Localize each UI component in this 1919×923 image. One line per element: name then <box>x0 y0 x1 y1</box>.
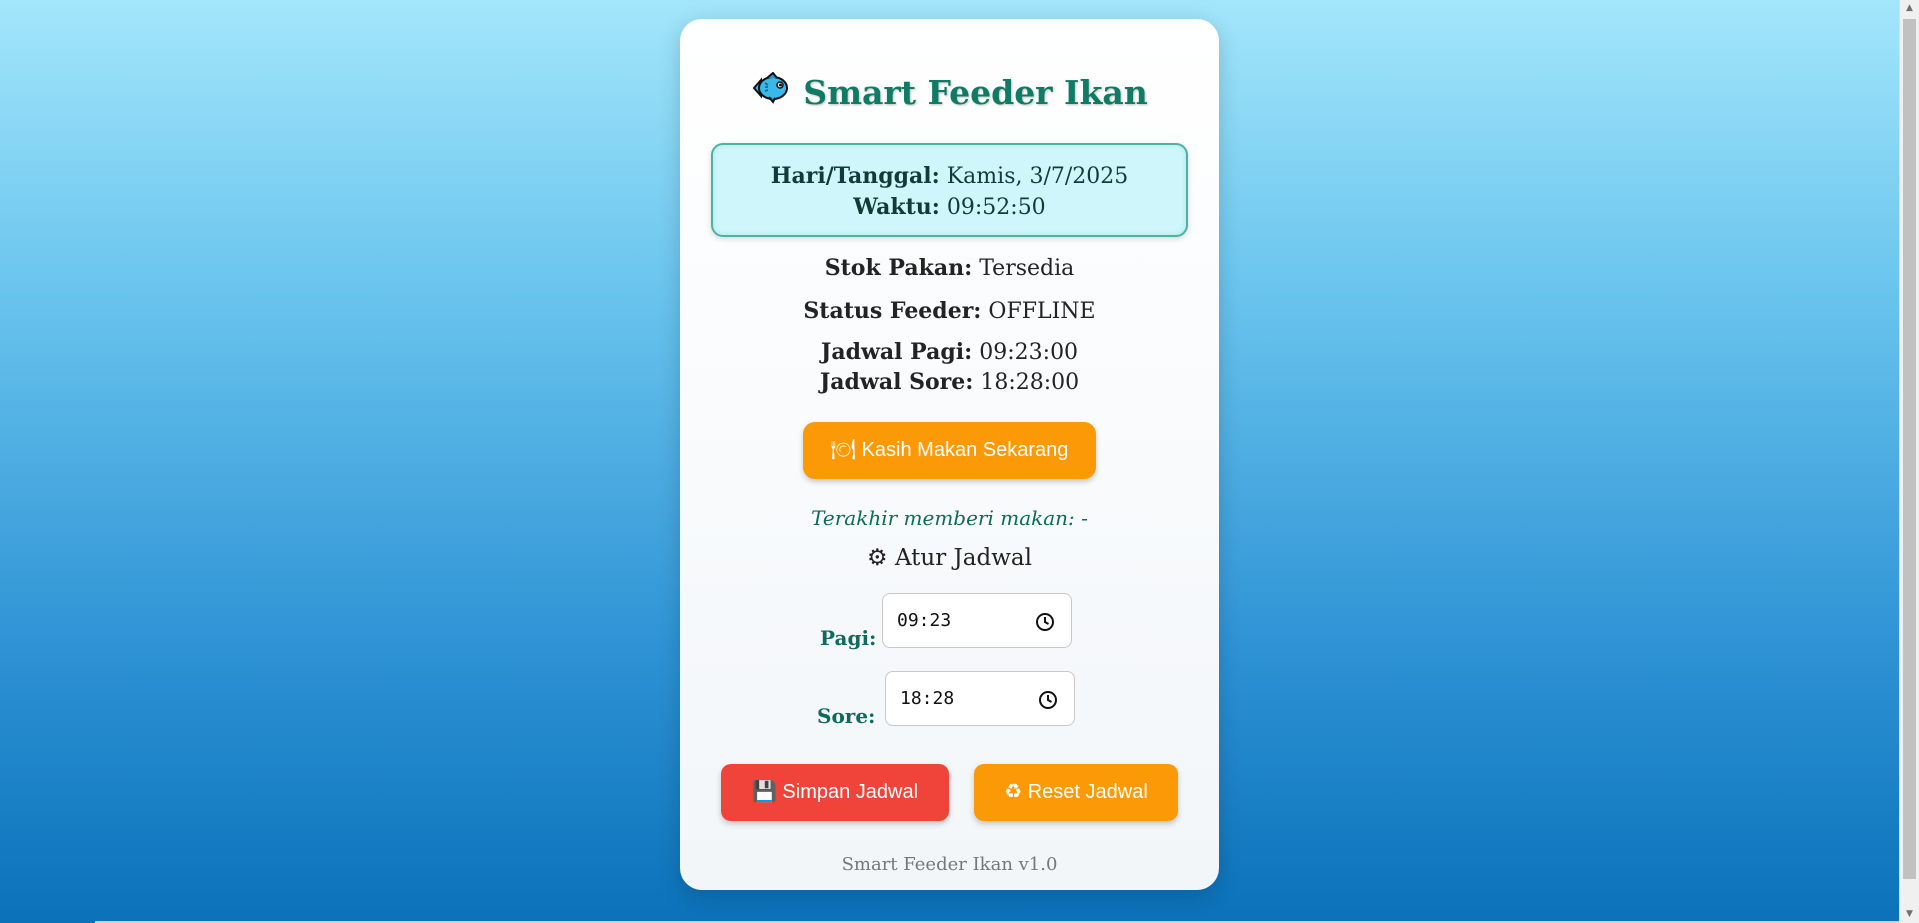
schedule-heading-text: Atur Jadwal <box>894 545 1032 571</box>
reset-schedule-button[interactable]: ♻ Reset Jadwal <box>974 764 1178 821</box>
feeder-status-value: OFFLINE <box>988 299 1096 324</box>
scroll-up-arrow-icon[interactable]: ▲ <box>1900 0 1919 17</box>
morning-schedule-value: 09:23:00 <box>979 340 1079 365</box>
datetime-box: Hari/Tanggal: Kamis, 3/7/2025 Waktu: 09:… <box>711 143 1188 237</box>
feed-now-label: Kasih Makan Sekarang <box>861 439 1069 461</box>
stock-status: Stok Pakan: Tersedia <box>680 255 1219 281</box>
feeder-card: Smart Feeder Ikan Hari/Tanggal: Kamis, 3… <box>680 19 1219 890</box>
gear-icon: ⚙ <box>867 545 888 571</box>
save-schedule-button[interactable]: 💾 Simpan Jadwal <box>721 764 949 821</box>
date-label: Hari/Tanggal: <box>770 163 940 189</box>
stock-label: Stok Pakan: <box>824 255 973 281</box>
feeder-status-label: Status Feeder: <box>803 298 982 324</box>
reset-schedule-label: Reset Jadwal <box>1027 781 1148 803</box>
evening-schedule-status: Jadwal Sore: 18:28:00 <box>680 369 1219 395</box>
date-value: Kamis, 3/7/2025 <box>946 164 1129 189</box>
morning-time-value: 09:23 <box>897 610 952 631</box>
date-line: Hari/Tanggal: Kamis, 3/7/2025 <box>713 161 1186 192</box>
scroll-down-arrow-icon[interactable]: ▼ <box>1900 906 1919 923</box>
app-title-text: Smart Feeder Ikan <box>803 73 1148 112</box>
last-fed-text: Terakhir memberi makan: - <box>811 506 1088 530</box>
evening-time-input[interactable]: 18:28 <box>885 671 1075 726</box>
floppy-disk-icon: 💾 <box>751 781 777 803</box>
save-schedule-label: Simpan Jadwal <box>782 781 919 803</box>
evening-schedule-label: Jadwal Sore: <box>819 369 974 395</box>
fish-icon <box>751 71 789 112</box>
plate-icon: 🍽 <box>830 439 857 461</box>
clock-icon[interactable] <box>1035 612 1055 636</box>
time-label: Waktu: <box>853 194 940 220</box>
morning-time-label: Pagi: <box>820 626 877 650</box>
footer-version: Smart Feeder Ikan v1.0 <box>841 854 1058 875</box>
schedule-heading: ⚙ Atur Jadwal <box>680 545 1219 571</box>
recycle-icon: ♻ <box>1004 781 1023 803</box>
feed-now-button[interactable]: 🍽 Kasih Makan Sekarang <box>803 422 1096 479</box>
time-value: 09:52:50 <box>946 195 1046 220</box>
evening-schedule-value: 18:28:00 <box>980 370 1080 395</box>
page-title: Smart Feeder Ikan <box>680 71 1219 115</box>
scrollbar-thumb[interactable] <box>1903 19 1916 879</box>
evening-time-label: Sore: <box>817 704 876 728</box>
page-scrollbar[interactable]: ▲ ▼ <box>1899 0 1919 923</box>
time-line: Waktu: 09:52:50 <box>713 192 1186 223</box>
stock-value: Tersedia <box>979 256 1075 281</box>
evening-time-value: 18:28 <box>900 688 955 709</box>
clock-icon[interactable] <box>1038 690 1058 714</box>
morning-time-input[interactable]: 09:23 <box>882 593 1072 648</box>
morning-schedule-status: Jadwal Pagi: 09:23:00 <box>680 339 1219 365</box>
morning-schedule-label: Jadwal Pagi: <box>820 339 973 365</box>
feeder-status: Status Feeder: OFFLINE <box>680 298 1219 324</box>
